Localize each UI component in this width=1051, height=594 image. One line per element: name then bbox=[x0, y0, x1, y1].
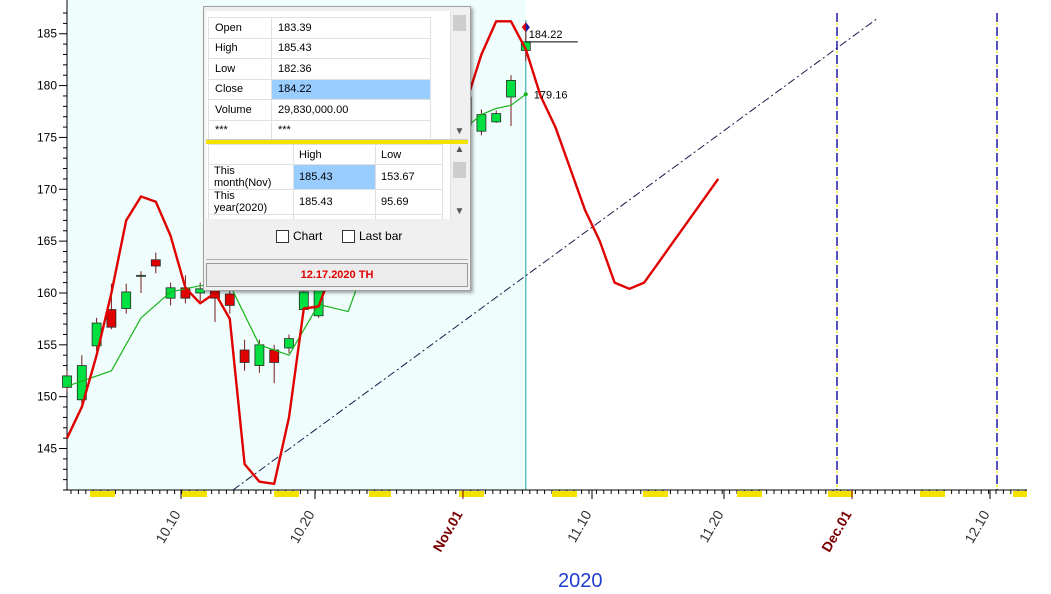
ohlc-row-extra: *** *** bbox=[208, 119, 431, 139]
x-tick-label: Dec.01 bbox=[818, 507, 855, 554]
range-low: 153.67 bbox=[375, 164, 443, 190]
candle-body bbox=[106, 309, 117, 328]
x-week-band bbox=[737, 491, 762, 497]
range-empty-cell bbox=[293, 214, 376, 219]
x-tick-label: 10.10 bbox=[152, 507, 183, 546]
range-low: 95.69 bbox=[375, 189, 443, 215]
ohlc-table: Open 183.39 High 185.43 Low 182.36 Close… bbox=[208, 17, 431, 139]
ohlc-row-close: Close 184.22 bbox=[208, 78, 431, 100]
x-tick-label: 11.20 bbox=[696, 507, 727, 545]
ohlc-value: 185.43 bbox=[271, 37, 431, 59]
range-scrollbar[interactable]: ▲ ▼ bbox=[450, 144, 468, 219]
ohlc-label: High bbox=[208, 37, 272, 59]
x-week-band bbox=[643, 491, 668, 497]
ohlc-row-volume: Volume 29,830,000.00 bbox=[208, 99, 431, 121]
chart-checkbox-label: Chart bbox=[293, 229, 323, 243]
y-tick-label: 150 bbox=[37, 390, 57, 404]
x-tick-label: 11.10 bbox=[564, 507, 595, 545]
ohlc-label: Low bbox=[208, 58, 272, 80]
candle-body bbox=[491, 113, 502, 123]
lastbar-checkbox[interactable]: Last bar bbox=[342, 229, 402, 243]
candle-body bbox=[136, 274, 146, 277]
range-label: This month(Nov) bbox=[208, 164, 294, 190]
ohlc-label: Close bbox=[208, 78, 272, 100]
candle-body bbox=[224, 293, 235, 306]
range-empty-cell bbox=[208, 214, 294, 219]
ohlc-row-low: Low 182.36 bbox=[208, 58, 431, 80]
ohlc-row-high: High 185.43 bbox=[208, 37, 431, 59]
range-label: This year(2020) bbox=[208, 189, 294, 215]
ohlc-value-selected[interactable]: 184.22 bbox=[271, 78, 431, 100]
ohlc-scrollbar[interactable]: ▼ bbox=[450, 11, 468, 139]
chart-checkbox[interactable]: Chart bbox=[276, 229, 322, 243]
moving-average-endpoint bbox=[523, 92, 528, 97]
x-tick-label: 12.10 bbox=[961, 507, 992, 546]
last-close-label: 184.22 bbox=[529, 29, 563, 41]
ohlc-label: Open bbox=[208, 17, 272, 39]
date-status-bar: 12.17.2020 TH bbox=[206, 263, 468, 287]
range-high: 185.43 bbox=[293, 189, 376, 215]
ohlc-value: 29,830,000.00 bbox=[271, 99, 431, 121]
x-week-band bbox=[274, 491, 299, 497]
ohlc-table-container[interactable]: Open 183.39 High 185.43 Low 182.36 Close… bbox=[206, 11, 468, 140]
y-tick-label: 165 bbox=[37, 234, 57, 248]
x-tick-label: Nov.01 bbox=[429, 507, 465, 554]
candle-body bbox=[121, 291, 132, 309]
y-tick-label: 180 bbox=[37, 79, 57, 93]
range-table: High Low This month(Nov) 185.43 153.67 T… bbox=[208, 144, 443, 219]
x-axis-year-label: 2020 bbox=[558, 570, 603, 592]
range-table-container[interactable]: High Low This month(Nov) 185.43 153.67 T… bbox=[206, 144, 468, 219]
scrollbar-thumb[interactable] bbox=[453, 15, 466, 31]
chevron-up-icon[interactable]: ▲ bbox=[451, 144, 468, 155]
x-week-band bbox=[828, 491, 853, 497]
checkbox-icon[interactable] bbox=[342, 229, 355, 243]
y-tick-label: 155 bbox=[37, 338, 57, 352]
range-header-blank bbox=[208, 144, 294, 165]
x-week-band bbox=[552, 491, 577, 497]
range-header-high: High bbox=[293, 144, 376, 165]
x-week-band bbox=[182, 491, 207, 497]
price-chart[interactable]: 145 150 155 160 165 170 175 180 185 10.10 10.20 Nov… bbox=[0, 0, 1051, 594]
chevron-down-icon[interactable]: ▼ bbox=[451, 206, 468, 217]
x-week-band bbox=[1013, 491, 1027, 497]
x-week-band bbox=[920, 491, 945, 497]
range-header-low: Low bbox=[375, 144, 443, 165]
moving-average-label: 179.16 bbox=[534, 89, 568, 101]
ohlc-value: 182.36 bbox=[271, 58, 431, 80]
data-window-panel[interactable]: Open 183.39 High 185.43 Low 182.36 Close… bbox=[203, 6, 471, 291]
ohlc-label: Volume bbox=[208, 99, 272, 121]
y-tick-label: 160 bbox=[37, 286, 57, 300]
candle-body bbox=[165, 287, 176, 299]
chevron-down-icon[interactable]: ▼ bbox=[451, 126, 468, 137]
candle-body bbox=[254, 344, 265, 366]
range-row-year: This year(2020) 185.43 95.69 bbox=[208, 189, 443, 215]
y-tick-label: 170 bbox=[37, 182, 57, 196]
candle-body bbox=[269, 349, 280, 363]
checkbox-icon[interactable] bbox=[276, 229, 289, 243]
range-row-month: This month(Nov) 185.43 153.67 bbox=[208, 164, 443, 190]
y-tick-label: 175 bbox=[37, 130, 57, 144]
range-header-row: High Low bbox=[208, 144, 443, 165]
ohlc-row-open: Open 183.39 bbox=[208, 17, 431, 39]
candle-body bbox=[150, 259, 161, 267]
range-empty-cell bbox=[375, 214, 443, 219]
scrollbar-thumb[interactable] bbox=[453, 162, 466, 178]
ohlc-value: 183.39 bbox=[271, 17, 431, 39]
candle-body bbox=[239, 349, 250, 363]
ohlc-value: *** bbox=[271, 119, 431, 139]
lastbar-checkbox-label: Last bar bbox=[359, 229, 403, 243]
x-week-band bbox=[369, 491, 391, 497]
ohlc-label: *** bbox=[208, 119, 272, 139]
x-tick-label: 10.20 bbox=[286, 507, 317, 546]
panel-divider bbox=[206, 259, 468, 260]
range-high-selected[interactable]: 185.43 bbox=[293, 164, 376, 190]
candle-body bbox=[506, 80, 516, 98]
candle-body bbox=[284, 338, 294, 349]
candle-body bbox=[313, 288, 324, 317]
y-tick-label: 185 bbox=[37, 27, 57, 41]
y-tick-label: 145 bbox=[37, 442, 57, 456]
range-row-empty bbox=[208, 214, 443, 219]
x-week-band bbox=[90, 491, 115, 497]
